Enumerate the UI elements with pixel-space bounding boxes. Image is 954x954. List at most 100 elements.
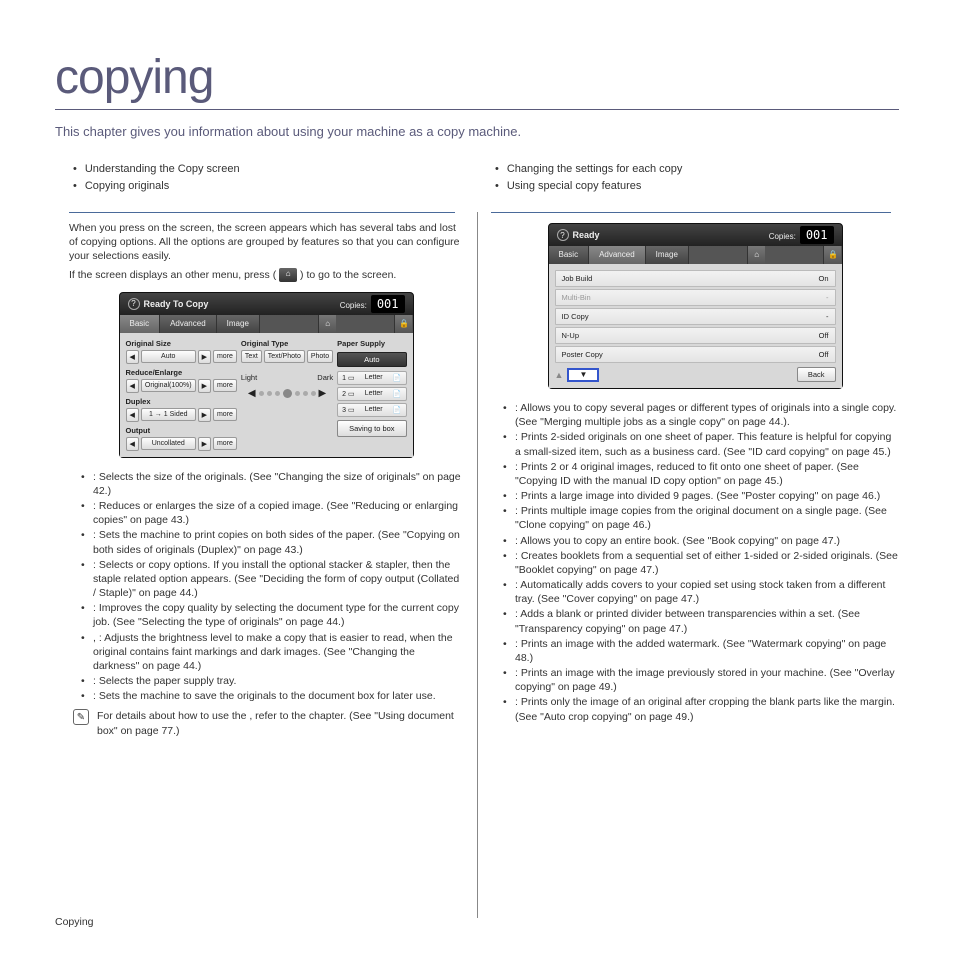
- list-item: : Prints an image with the added waterma…: [515, 637, 899, 665]
- arrow-left-icon[interactable]: ◀: [126, 379, 139, 393]
- value-auto: Auto: [141, 350, 196, 363]
- label-reduce: Reduce/Enlarge: [126, 368, 237, 377]
- feature-list-left: : Selects the size of the originals. (Se…: [69, 470, 463, 704]
- label-light: Light: [241, 373, 257, 382]
- screenshot-basic: ? Ready To Copy Copies:001 Basic Advance…: [119, 292, 414, 458]
- tab-image[interactable]: Image: [217, 315, 260, 333]
- darkness-slider[interactable]: ◀ ▶: [241, 388, 333, 399]
- intro-text: This chapter gives you information about…: [55, 124, 899, 139]
- more-button[interactable]: more: [213, 379, 237, 392]
- note-icon: ✎: [73, 709, 89, 725]
- list-item: : Creates booklets from a sequential set…: [515, 549, 899, 577]
- value-original100: Original(100%): [141, 379, 196, 392]
- home-icon[interactable]: ⌂: [318, 315, 336, 333]
- page-title: copying: [55, 50, 899, 105]
- type-text[interactable]: Text: [241, 350, 262, 363]
- row-job-build[interactable]: Job BuildOn: [555, 270, 836, 287]
- tab-basic[interactable]: Basic: [120, 315, 161, 333]
- list-item: : Prints a large image into divided 9 pa…: [515, 489, 899, 503]
- type-photo[interactable]: Photo: [307, 350, 333, 363]
- back-button[interactable]: Back: [797, 367, 836, 382]
- home-icon: ⌂: [279, 268, 297, 282]
- paragraph: When you press on the screen, the screen…: [69, 221, 463, 264]
- note: ✎ For details about how to use the , ref…: [73, 709, 463, 737]
- arrow-right-icon[interactable]: ▶: [198, 379, 211, 393]
- home-icon[interactable]: ⌂: [747, 246, 765, 264]
- list-item: : Allows you to copy several pages or di…: [515, 401, 899, 429]
- shot-title: Ready To Copy: [144, 299, 209, 309]
- paragraph-part: ) to go to the screen.: [300, 269, 396, 281]
- toc-item: Understanding the Copy screen: [73, 161, 477, 178]
- tray-1[interactable]: 1 ▭Letter📄: [337, 371, 406, 385]
- help-icon[interactable]: ?: [557, 229, 569, 241]
- arrow-right-icon[interactable]: ▶: [198, 350, 211, 364]
- list-item: : Sets the machine to save the originals…: [93, 689, 463, 703]
- screenshot-advanced: ? Ready Copies:001 Basic Advanced Image …: [548, 223, 843, 389]
- label-original-type: Original Type: [241, 339, 333, 348]
- section-rule: [69, 212, 455, 213]
- arrow-right-icon[interactable]: ▶: [198, 437, 211, 451]
- copies-counter: Copies:001: [340, 297, 405, 311]
- value-uncollated: Uncollated: [141, 437, 196, 450]
- label-duplex: Duplex: [126, 397, 237, 406]
- list-item: : Prints an image with the image previou…: [515, 666, 899, 694]
- more-button[interactable]: more: [213, 437, 237, 450]
- section-rule: [491, 212, 891, 213]
- tab-advanced[interactable]: Advanced: [160, 315, 217, 333]
- title-rule: [55, 109, 899, 110]
- list-item: : Prints 2 or 4 original images, reduced…: [515, 460, 899, 488]
- lock-icon[interactable]: 🔒: [823, 246, 841, 264]
- paragraph-part: If the screen displays an other menu, pr…: [69, 269, 276, 281]
- list-item: : Selects the size of the originals. (Se…: [93, 470, 463, 498]
- auto-button[interactable]: Auto: [337, 352, 406, 367]
- label-paper-supply: Paper Supply: [337, 339, 406, 348]
- list-item: : Prints only the image of an original a…: [515, 695, 899, 723]
- tray-3[interactable]: 3 ▭Letter📄: [337, 403, 406, 417]
- row-id-copy[interactable]: ID Copy-: [555, 308, 836, 325]
- shot-title: Ready: [573, 230, 600, 240]
- help-icon[interactable]: ?: [128, 298, 140, 310]
- more-button[interactable]: more: [213, 350, 237, 363]
- row-multi-bin: Multi-Bin-: [555, 289, 836, 306]
- tab-advanced[interactable]: Advanced: [589, 246, 646, 264]
- save-to-box-button[interactable]: Saving to box: [337, 420, 406, 437]
- list-item: : Allows you to copy an entire book. (Se…: [515, 534, 899, 548]
- arrow-left-icon[interactable]: ◀: [126, 408, 139, 422]
- feature-list-right: : Allows you to copy several pages or di…: [491, 401, 899, 724]
- arrow-left-icon[interactable]: ◀: [126, 350, 139, 364]
- value-1sided: 1 → 1 Sided: [141, 408, 196, 421]
- type-textphoto[interactable]: Text/Photo: [264, 350, 305, 363]
- row-poster-copy[interactable]: Poster CopyOff: [555, 346, 836, 363]
- list-item: : Reduces or enlarges the size of a copi…: [93, 499, 463, 527]
- toc-item: Copying originals: [73, 178, 477, 195]
- label-dark: Dark: [317, 373, 333, 382]
- note-text: For details about how to use the , refer…: [97, 709, 463, 737]
- list-item: : Prints multiple image copies from the …: [515, 504, 899, 532]
- toc-item: Changing the settings for each copy: [495, 161, 899, 178]
- list-item: : Adds a blank or printed divider betwee…: [515, 607, 899, 635]
- copies-counter: Copies:001: [769, 228, 834, 242]
- footer: Copying: [55, 916, 94, 928]
- tray-2[interactable]: 2 ▭Letter📄: [337, 387, 406, 401]
- arrow-left-icon[interactable]: ◀: [126, 437, 139, 451]
- toc: Understanding the Copy screen Copying or…: [55, 161, 899, 194]
- list-item: : Selects the paper supply tray.: [93, 674, 463, 688]
- list-item: : Selects or copy options. If you instal…: [93, 558, 463, 601]
- more-button[interactable]: more: [213, 408, 237, 421]
- dropdown-icon[interactable]: ▼: [567, 368, 599, 382]
- row-n-up[interactable]: N-UpOff: [555, 327, 836, 344]
- list-item: : Prints 2-sided originals on one sheet …: [515, 430, 899, 458]
- paragraph: If the screen displays an other menu, pr…: [69, 268, 463, 282]
- tab-basic[interactable]: Basic: [549, 246, 590, 264]
- label-output: Output: [126, 426, 237, 435]
- list-item: , : Adjusts the brightness level to make…: [93, 631, 463, 674]
- label-original-size: Original Size: [126, 339, 237, 348]
- list-item: : Sets the machine to print copies on bo…: [93, 528, 463, 556]
- list-item: : Automatically adds covers to your copi…: [515, 578, 899, 606]
- lock-icon[interactable]: 🔒: [394, 315, 412, 333]
- column-separator: [477, 212, 478, 918]
- arrow-right-icon[interactable]: ▶: [198, 408, 211, 422]
- list-item: : Improves the copy quality by selecting…: [93, 601, 463, 629]
- tab-image[interactable]: Image: [646, 246, 689, 264]
- toc-item: Using special copy features: [495, 178, 899, 195]
